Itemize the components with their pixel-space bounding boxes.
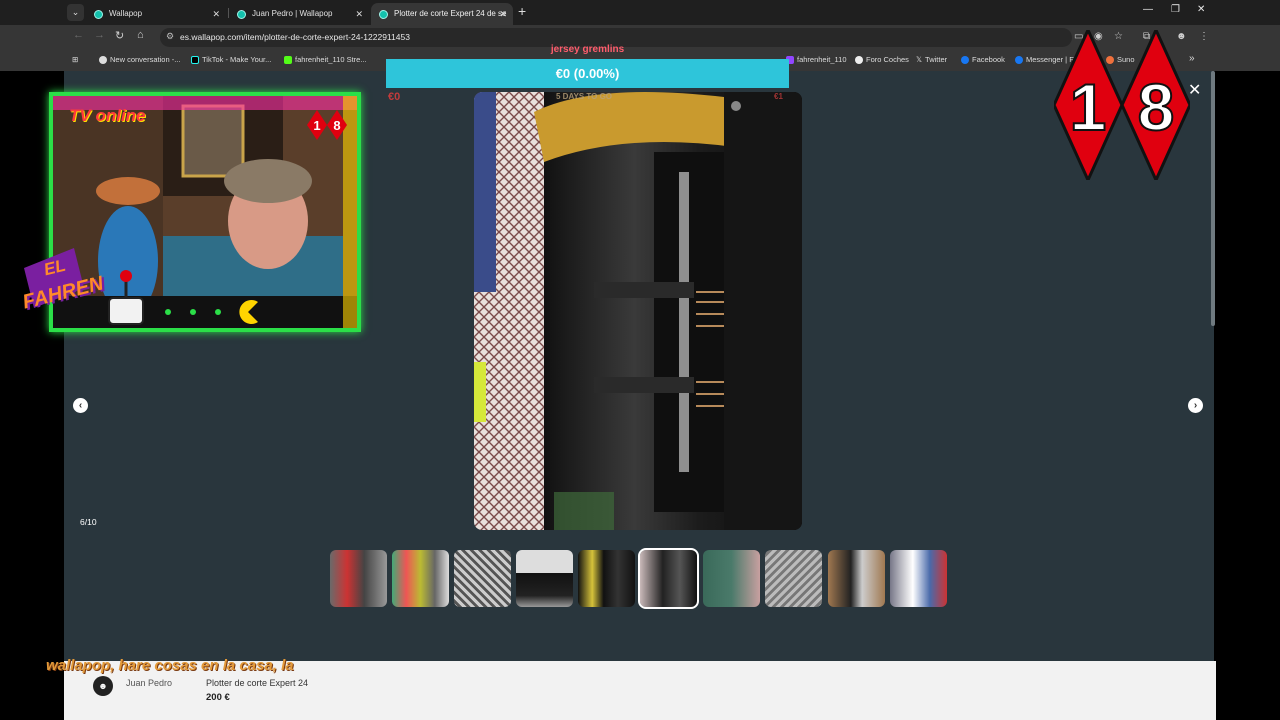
goal-amount-right: €1 [774, 92, 783, 101]
donation-goal-bar: €0 (0.00%) [386, 59, 789, 88]
bookmark-label: Foro Coches [866, 55, 909, 64]
webcam-title: TV online [69, 106, 146, 125]
wallapop-favicon-icon [237, 9, 246, 19]
forocoches-icon [855, 56, 863, 65]
chat-icon [99, 56, 107, 65]
close-tab-icon[interactable]: ✕ [355, 5, 363, 23]
tab-label: Juan Pedro | Wallapop [252, 9, 333, 18]
wallapop-favicon-icon [94, 9, 103, 19]
main-product-photo [474, 92, 802, 530]
close-tab-icon[interactable]: ✕ [499, 5, 507, 23]
new-tab-button[interactable]: + [518, 3, 526, 19]
close-tab-icon[interactable]: ✕ [212, 5, 220, 23]
image-counter: 6/10 [80, 517, 97, 527]
thumbnail-5[interactable] [578, 550, 635, 607]
facebook-icon [961, 56, 969, 65]
home-icon[interactable]: ⌂ [137, 29, 144, 41]
site-info-icon[interactable]: ⚙ [166, 31, 174, 42]
thumbnail-1[interactable] [330, 550, 387, 607]
thumbnail-7[interactable] [703, 550, 760, 607]
minimize-icon[interactable]: — [1143, 4, 1153, 15]
previous-image-button[interactable]: ‹ [73, 398, 88, 413]
webcam-18-badge-icon: 1 8 [307, 110, 347, 140]
tab-label: Wallapop [109, 9, 143, 18]
back-icon[interactable]: ← [73, 29, 84, 41]
bookmark-facebook[interactable]: Facebook [961, 55, 1005, 65]
page-scrollbar[interactable] [1211, 71, 1215, 326]
svg-text:1: 1 [313, 118, 320, 133]
tab-juan-pedro[interactable]: Juan Pedro | Wallapop ✕ [229, 3, 369, 25]
close-window-icon[interactable]: ✕ [1197, 4, 1205, 15]
thumbnail-3[interactable] [454, 550, 511, 607]
donation-name-overlay: jersey gremlins [550, 44, 625, 55]
restore-icon[interactable]: ❐ [1171, 4, 1180, 15]
kick-icon [284, 56, 292, 65]
svg-text:8: 8 [333, 118, 340, 133]
rating-digit-1: 1 [1070, 70, 1107, 144]
next-image-button[interactable]: › [1188, 398, 1203, 413]
bookmark-fahrenheit[interactable]: fahrenheit_110 [786, 55, 847, 65]
rating-digit-8: 8 [1138, 70, 1175, 144]
bookmark-label: Facebook [972, 55, 1005, 64]
reload-icon[interactable]: ↻ [115, 29, 124, 42]
tab-plotter[interactable]: Plotter de corte Expert 24 de se ✕ [371, 3, 513, 25]
goal-amount-left: €0 [388, 91, 401, 103]
facebook-icon [1015, 56, 1023, 65]
bookmark-forocoches[interactable]: Foro Coches [855, 55, 909, 65]
product-title: Plotter de corte Expert 24 [206, 678, 309, 688]
seller-avatar[interactable]: ☻ [93, 676, 113, 696]
tab-search-icon[interactable]: ⌄ [67, 4, 84, 21]
tiktok-icon [191, 56, 199, 65]
apps-icon[interactable]: ⊞ [72, 55, 78, 64]
thumbnail-10[interactable] [890, 550, 947, 607]
menu-icon[interactable]: ⋮ [1199, 31, 1209, 42]
bookmark-tiktok[interactable]: TikTok - Make Your... [191, 55, 272, 65]
tab-label: Plotter de corte Expert 24 de se [394, 9, 507, 18]
product-price: 200 € [206, 692, 230, 703]
thumbnail-9[interactable] [828, 550, 885, 607]
bookmark-label: fahrenheit_110 [797, 55, 847, 64]
age-rating-18-badge: 1 8 [1054, 30, 1190, 180]
x-icon: 𝕏 [916, 55, 923, 64]
seller-name[interactable]: Juan Pedro [126, 678, 172, 688]
thumbnail-4[interactable] [516, 550, 573, 607]
tab-wallapop[interactable]: Wallapop ✕ [86, 3, 226, 25]
bookmark-label: Twitter [925, 55, 948, 64]
bookmark-kick[interactable]: fahrenheit_110 Stre... [284, 55, 367, 65]
url-text[interactable]: es.wallapop.com/item/plotter-de-corte-ex… [180, 32, 410, 42]
tab-strip: ⌄ Wallapop ✕ Juan Pedro | Wallapop ✕ Plo… [0, 0, 1280, 25]
stream-ticker-text: wallapop, hare cosas en la casa, la [46, 657, 294, 674]
goal-days-text: 5 DAYS TO GO [556, 92, 613, 101]
bookmark-label: TikTok - Make Your... [202, 55, 272, 64]
forward-icon[interactable]: → [94, 29, 105, 41]
thumbnail-2[interactable] [392, 550, 449, 607]
close-viewer-icon[interactable]: ✕ [1188, 80, 1201, 100]
thumbnail-8[interactable] [765, 550, 822, 607]
bookmark-twitter[interactable]: 𝕏 Twitter [916, 55, 947, 64]
screen: { "browser": { "tabs": [ {"label": "Wall… [0, 0, 1280, 720]
thumbnail-6-selected[interactable] [638, 548, 699, 609]
bookmark-new-conversation[interactable]: New conversation -... [99, 55, 181, 65]
bookmark-label: fahrenheit_110 Stre... [295, 55, 367, 64]
wallapop-favicon-icon [379, 9, 388, 19]
bookmark-label: New conversation -... [110, 55, 181, 64]
